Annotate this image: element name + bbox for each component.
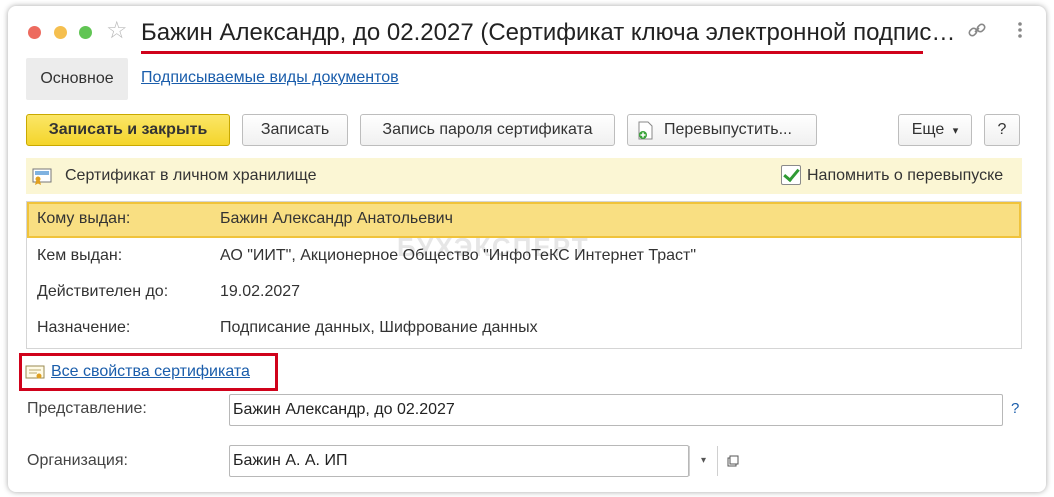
row-label: Действителен до: <box>37 283 169 300</box>
storage-text: Сертификат в личном хранилище <box>65 167 317 184</box>
row-value: 19.02.2027 <box>220 283 301 300</box>
row-value: АО "ИИТ", Акционерное Общество "ИнфоТеКС… <box>220 247 697 264</box>
details-row-purpose[interactable]: Назначение: Подписание данных, Шифровани… <box>27 311 1021 347</box>
details-row-issued-by[interactable]: Кем выдан: АО "ИИТ", Акционерное Обществ… <box>27 239 1021 275</box>
help-button[interactable]: ? <box>984 114 1020 146</box>
certificate-details: БУХЭКСПЕРТ Кому выдан: Бажин Александр А… <box>26 201 1022 349</box>
title-bar: ☆ Бажин Александр, до 02.2027 (Сертифика… <box>8 6 1046 58</box>
remind-checkbox[interactable] <box>781 165 801 185</box>
close-window-button[interactable] <box>28 26 41 39</box>
window-title: Бажин Александр, до 02.2027 (Сертификат … <box>141 19 961 46</box>
details-row-valid-until[interactable]: Действителен до: 19.02.2027 <box>27 275 1021 311</box>
organization-input[interactable]: Бажин А. А. ИП <box>229 445 689 477</box>
organization-label: Организация: <box>27 452 128 469</box>
save-password-button[interactable]: Запись пароля сертификата <box>360 114 615 146</box>
link-icon[interactable] <box>965 20 989 44</box>
representation-label: Представление: <box>27 400 147 417</box>
more-button[interactable]: Еще ▾ <box>898 114 972 146</box>
row-value: Бажин Александр Анатольевич <box>220 210 453 227</box>
chevron-down-icon[interactable]: ▾ <box>689 446 717 476</box>
maximize-window-button[interactable] <box>79 26 92 39</box>
tab-document-types[interactable]: Подписываемые виды документов <box>141 69 399 87</box>
certificate-icon <box>25 365 45 379</box>
row-label: Кем выдан: <box>37 247 123 264</box>
remind-label[interactable]: Напомнить о перевыпуске <box>807 167 1003 185</box>
all-properties-link[interactable]: Все свойства сертификата <box>51 363 250 381</box>
certificate-storage-strip: Сертификат в личном хранилище Напомнить … <box>26 158 1022 194</box>
title-annotation-underline <box>141 51 923 54</box>
reissue-button[interactable]: Перевыпустить... <box>627 114 817 146</box>
row-label: Кому выдан: <box>37 210 131 227</box>
star-icon[interactable]: ☆ <box>106 18 128 44</box>
chevron-down-icon: ▾ <box>952 125 959 137</box>
representation-input[interactable]: Бажин Александр, до 02.2027 <box>229 394 1003 426</box>
certificate-window: ☆ Бажин Александр, до 02.2027 (Сертифика… <box>8 6 1046 492</box>
open-icon[interactable] <box>717 446 747 476</box>
save-and-close-button[interactable]: Записать и закрыть <box>26 114 230 146</box>
row-value: Подписание данных, Шифрование данных <box>220 319 538 336</box>
document-add-icon <box>638 121 653 140</box>
more-vertical-icon[interactable] <box>1008 20 1032 44</box>
row-label: Назначение: <box>37 319 131 336</box>
minimize-window-button[interactable] <box>54 26 67 39</box>
tab-main[interactable]: Основное <box>26 58 128 100</box>
save-button[interactable]: Записать <box>242 114 348 146</box>
representation-help-link[interactable]: ? <box>1011 400 1019 417</box>
certificate-icon <box>32 168 52 185</box>
more-button-label: Еще <box>911 121 945 138</box>
reissue-button-label: Перевыпустить... <box>664 121 792 138</box>
details-row-issued-to[interactable]: Кому выдан: Бажин Александр Анатольевич <box>27 202 1021 238</box>
